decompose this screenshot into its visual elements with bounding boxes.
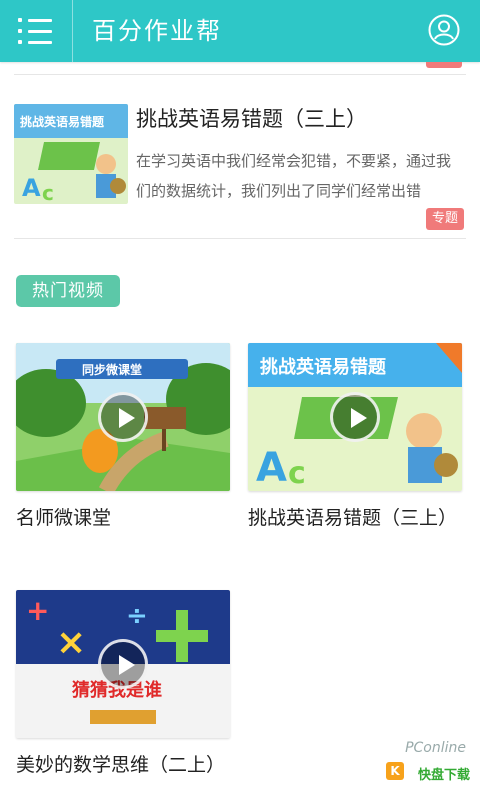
video-thumbnail: 同步微课堂 bbox=[16, 343, 230, 491]
article-description: 在学习英语中我们经常会犯错，不要紧，通过我们的数据统计，我们列出了同学们经常出错 bbox=[136, 152, 452, 200]
svg-text:+: + bbox=[26, 594, 49, 627]
menu-button[interactable] bbox=[0, 0, 72, 62]
article-card[interactable]: 挑战英语易错题 A c 挑战英语易错题（三上） 在学习英语中我们经常会犯错，不要… bbox=[0, 84, 480, 236]
divider bbox=[14, 74, 466, 75]
section-hot-videos: 热门视频 bbox=[16, 275, 120, 307]
video-title: 挑战英语易错题（三上） bbox=[248, 507, 458, 529]
user-button[interactable] bbox=[428, 14, 460, 46]
topic-badge: 专题 bbox=[425, 208, 464, 230]
watermark: PConline K 快盘下载 bbox=[382, 740, 474, 796]
previous-card-tag bbox=[426, 62, 462, 68]
watermark-logo: 快盘下载 bbox=[417, 768, 470, 783]
user-icon bbox=[428, 14, 460, 46]
svg-text:A: A bbox=[22, 174, 41, 202]
watermark-brand: PConline bbox=[405, 740, 466, 756]
svg-text:c: c bbox=[288, 456, 306, 491]
header-divider bbox=[72, 0, 73, 62]
video-title: 美妙的数学思维（二上） bbox=[16, 754, 226, 776]
thumb-banner-text: 挑战英语易错题 bbox=[260, 356, 387, 378]
app-header: 百分作业帮 bbox=[0, 0, 480, 62]
play-icon[interactable] bbox=[330, 392, 380, 442]
play-icon[interactable] bbox=[98, 639, 148, 689]
svg-text:÷: ÷ bbox=[126, 601, 148, 631]
divider bbox=[14, 238, 466, 239]
video-thumbnail: 挑战英语易错题 A c bbox=[248, 343, 462, 491]
menu-icon bbox=[18, 18, 54, 44]
svg-text:×: × bbox=[56, 622, 86, 663]
app-title: 百分作业帮 bbox=[92, 17, 222, 45]
article-title: 挑战英语易错题（三上） bbox=[136, 107, 367, 131]
svg-text:c: c bbox=[42, 181, 54, 204]
video-thumbnail: + × ÷ 猜猜我是谁 bbox=[16, 590, 230, 738]
play-icon[interactable] bbox=[98, 392, 148, 442]
thumb-banner-text: 同步微课堂 bbox=[82, 362, 142, 377]
thumb-banner-text: 挑战英语易错题 bbox=[20, 114, 105, 129]
svg-text:A: A bbox=[256, 445, 287, 491]
video-title: 名师微课堂 bbox=[16, 507, 112, 529]
watermark-logo-icon: K bbox=[386, 762, 404, 780]
article-thumbnail: 挑战英语易错题 A c bbox=[14, 104, 128, 204]
